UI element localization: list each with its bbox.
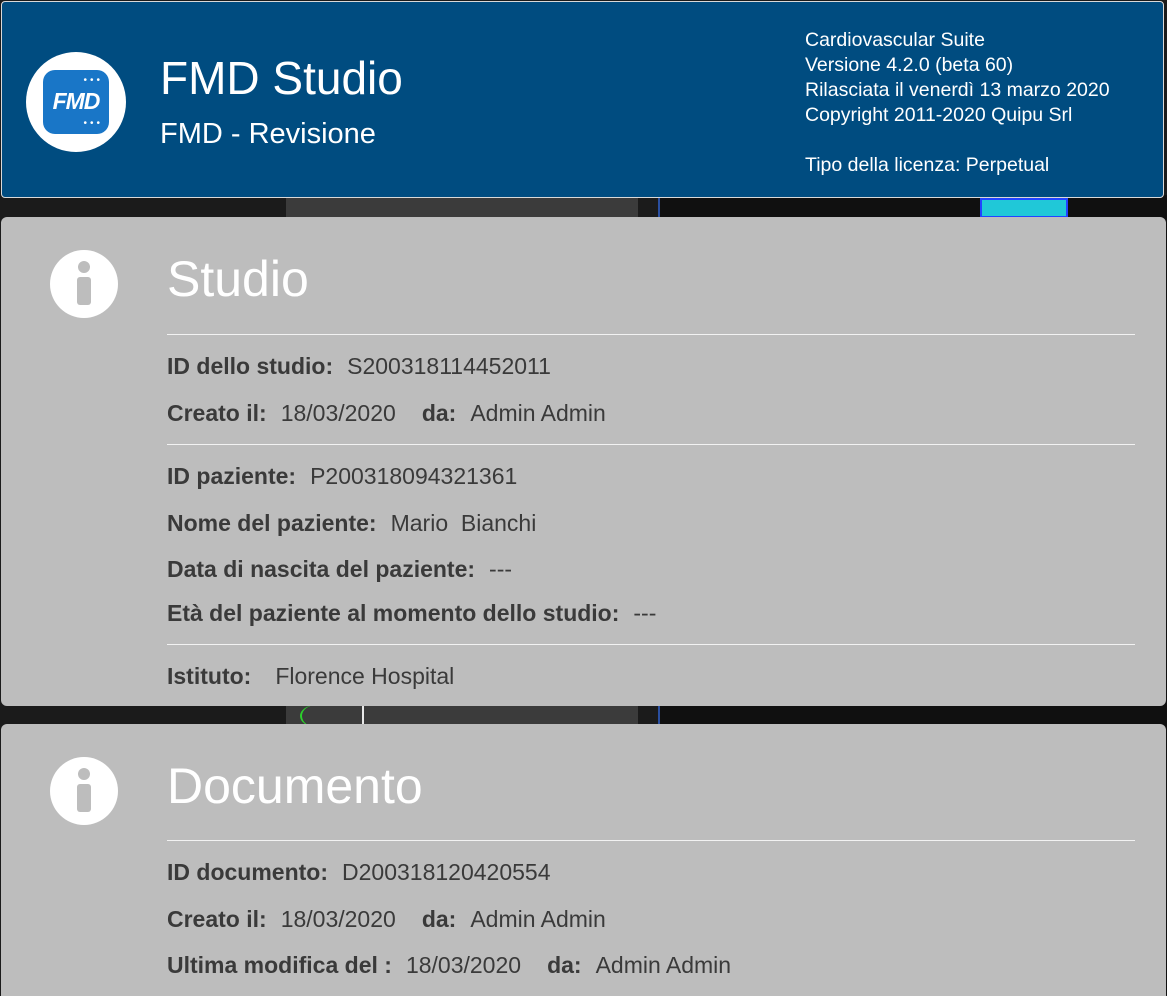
version-text: Versione 4.2.0 (beta 60)	[805, 54, 1014, 76]
about-info: Cardiovascular Suite Versione 4.2.0 (bet…	[805, 28, 1110, 178]
document-modified-row: Ultima modifica del : 18/03/2020 da: Admin …	[167, 951, 731, 979]
patient-name-row: Nome del paziente: Mario Bianchi	[167, 509, 536, 537]
divider	[167, 644, 1135, 645]
patient-id-value: P200318094321361	[310, 463, 518, 489]
divider	[167, 334, 1135, 335]
fmd-logo-icon: ••• FMD •••	[43, 70, 109, 134]
patient-birth-value: ---	[489, 556, 513, 582]
study-created-label: Creato il:	[167, 400, 267, 426]
document-created-value: 18/03/2020	[280, 906, 396, 932]
document-id-value: D200318120420554	[342, 859, 551, 885]
patient-age-label: Età del paziente al momento dello studio…	[167, 600, 620, 626]
app-subtitle: FMD - Revisione	[160, 118, 376, 150]
app-logo: ••• FMD •••	[26, 52, 126, 152]
study-created-value: 18/03/2020	[280, 400, 396, 426]
background-cyan-marker	[980, 198, 1068, 218]
patient-name-value: Mario Bianchi	[390, 510, 537, 536]
document-modified-value: 18/03/2020	[405, 952, 522, 978]
divider	[167, 840, 1135, 841]
copyright-text: Copyright 2011-2020 Quipu Srl	[805, 104, 1073, 126]
institute-row: Istituto: Florence Hospital	[167, 662, 454, 690]
suite-name: Cardiovascular Suite	[805, 29, 985, 51]
logo-text: FMD	[52, 88, 101, 114]
institute-value: Florence Hospital	[275, 663, 455, 689]
about-header: ••• FMD ••• FMD Studio FMD - Revisione C…	[1, 1, 1164, 198]
info-icon	[50, 250, 118, 318]
document-title: Documento	[167, 758, 423, 814]
document-modified-by-value: Admin Admin	[595, 952, 732, 978]
document-modified-by-label: da:	[547, 952, 582, 978]
document-created-label: Creato il:	[167, 906, 267, 932]
study-id-row: ID dello studio: S200318114452011	[167, 352, 551, 380]
study-info-panel: Studio ID dello studio: S200318114452011 …	[1, 217, 1166, 706]
info-icon	[50, 757, 118, 825]
release-date: Rilasciata il venerdì 13 marzo 2020	[805, 79, 1110, 101]
patient-age-value: ---	[633, 600, 657, 626]
document-modified-label: Ultima modifica del :	[167, 952, 392, 978]
app-title: FMD Studio	[160, 52, 403, 104]
license-type: Tipo della licenza: Perpetual	[805, 154, 1050, 176]
document-id-label: ID documento:	[167, 859, 328, 885]
study-created-row: Creato il: 18/03/2020 da: Admin Admin	[167, 399, 606, 427]
study-id-label: ID dello studio:	[167, 353, 334, 379]
study-id-value: S200318114452011	[347, 353, 551, 379]
patient-id-row: ID paziente: P200318094321361	[167, 462, 517, 490]
document-by-label: da:	[421, 906, 457, 932]
study-by-value: Admin Admin	[470, 400, 606, 426]
patient-age-row: Età del paziente al momento dello studio…	[167, 599, 656, 627]
study-by-label: da:	[421, 400, 457, 426]
document-by-value: Admin Admin	[470, 906, 606, 932]
divider	[167, 444, 1135, 445]
study-title: Studio	[167, 251, 309, 307]
patient-birth-label: Data di nascita del paziente:	[167, 556, 476, 582]
patient-name-label: Nome del paziente:	[167, 510, 377, 536]
document-created-row: Creato il: 18/03/2020 da: Admin Admin	[167, 905, 606, 933]
document-info-panel: Documento ID documento: D200318120420554 …	[1, 724, 1166, 996]
patient-id-label: ID paziente:	[167, 463, 297, 489]
document-id-row: ID documento: D200318120420554	[167, 858, 550, 886]
institute-label: Istituto:	[167, 663, 252, 689]
patient-birth-row: Data di nascita del paziente: ---	[167, 555, 512, 583]
